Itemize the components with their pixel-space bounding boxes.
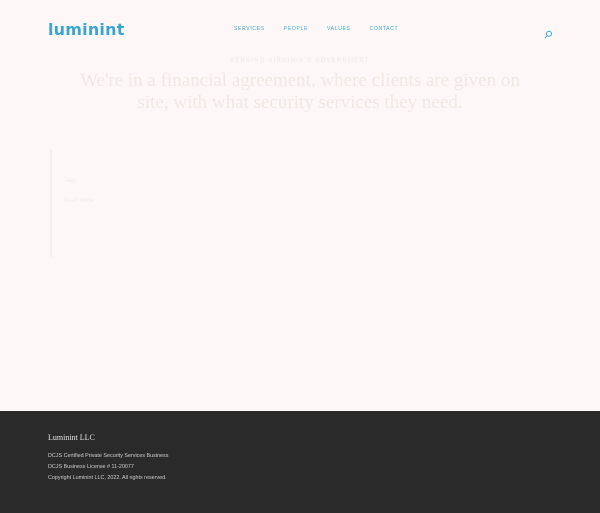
site-footer: Luminint LLC DCJS Certified Private Secu…	[0, 411, 600, 513]
search-icon[interactable]	[544, 26, 553, 39]
footer-line: DCJS Certified Private Security Services…	[48, 453, 169, 459]
footer-line: Copyright Luminint LLC, 2022. All rights…	[48, 475, 167, 481]
nav-contact[interactable]: CONTACT	[370, 26, 399, 32]
footer-line: DCJS Business License # 11-20077	[48, 464, 134, 470]
hero-section: SERVING VIRGINIA'S GOVERNMENT We're in a…	[0, 58, 600, 114]
main-nav: SERVICES PEOPLE VALUES CONTACT	[234, 26, 417, 32]
content-card-accent	[50, 150, 52, 257]
site-header: luminint SERVICES PEOPLE VALUES CONTACT	[0, 0, 600, 60]
nav-values[interactable]: VALUES	[327, 26, 351, 32]
nav-services[interactable]: SERVICES	[234, 26, 265, 32]
hero-kicker: SERVING VIRGINIA'S GOVERNMENT	[230, 58, 370, 64]
read-more-link[interactable]: Read more	[64, 198, 94, 204]
nav-people[interactable]: PEOPLE	[284, 26, 308, 32]
card-label: Tags	[64, 178, 77, 184]
hero-title: We're in a financial agreement, where cl…	[80, 70, 520, 113]
logo-link[interactable]: luminint	[48, 20, 125, 39]
footer-title: Luminint LLC	[48, 433, 95, 442]
